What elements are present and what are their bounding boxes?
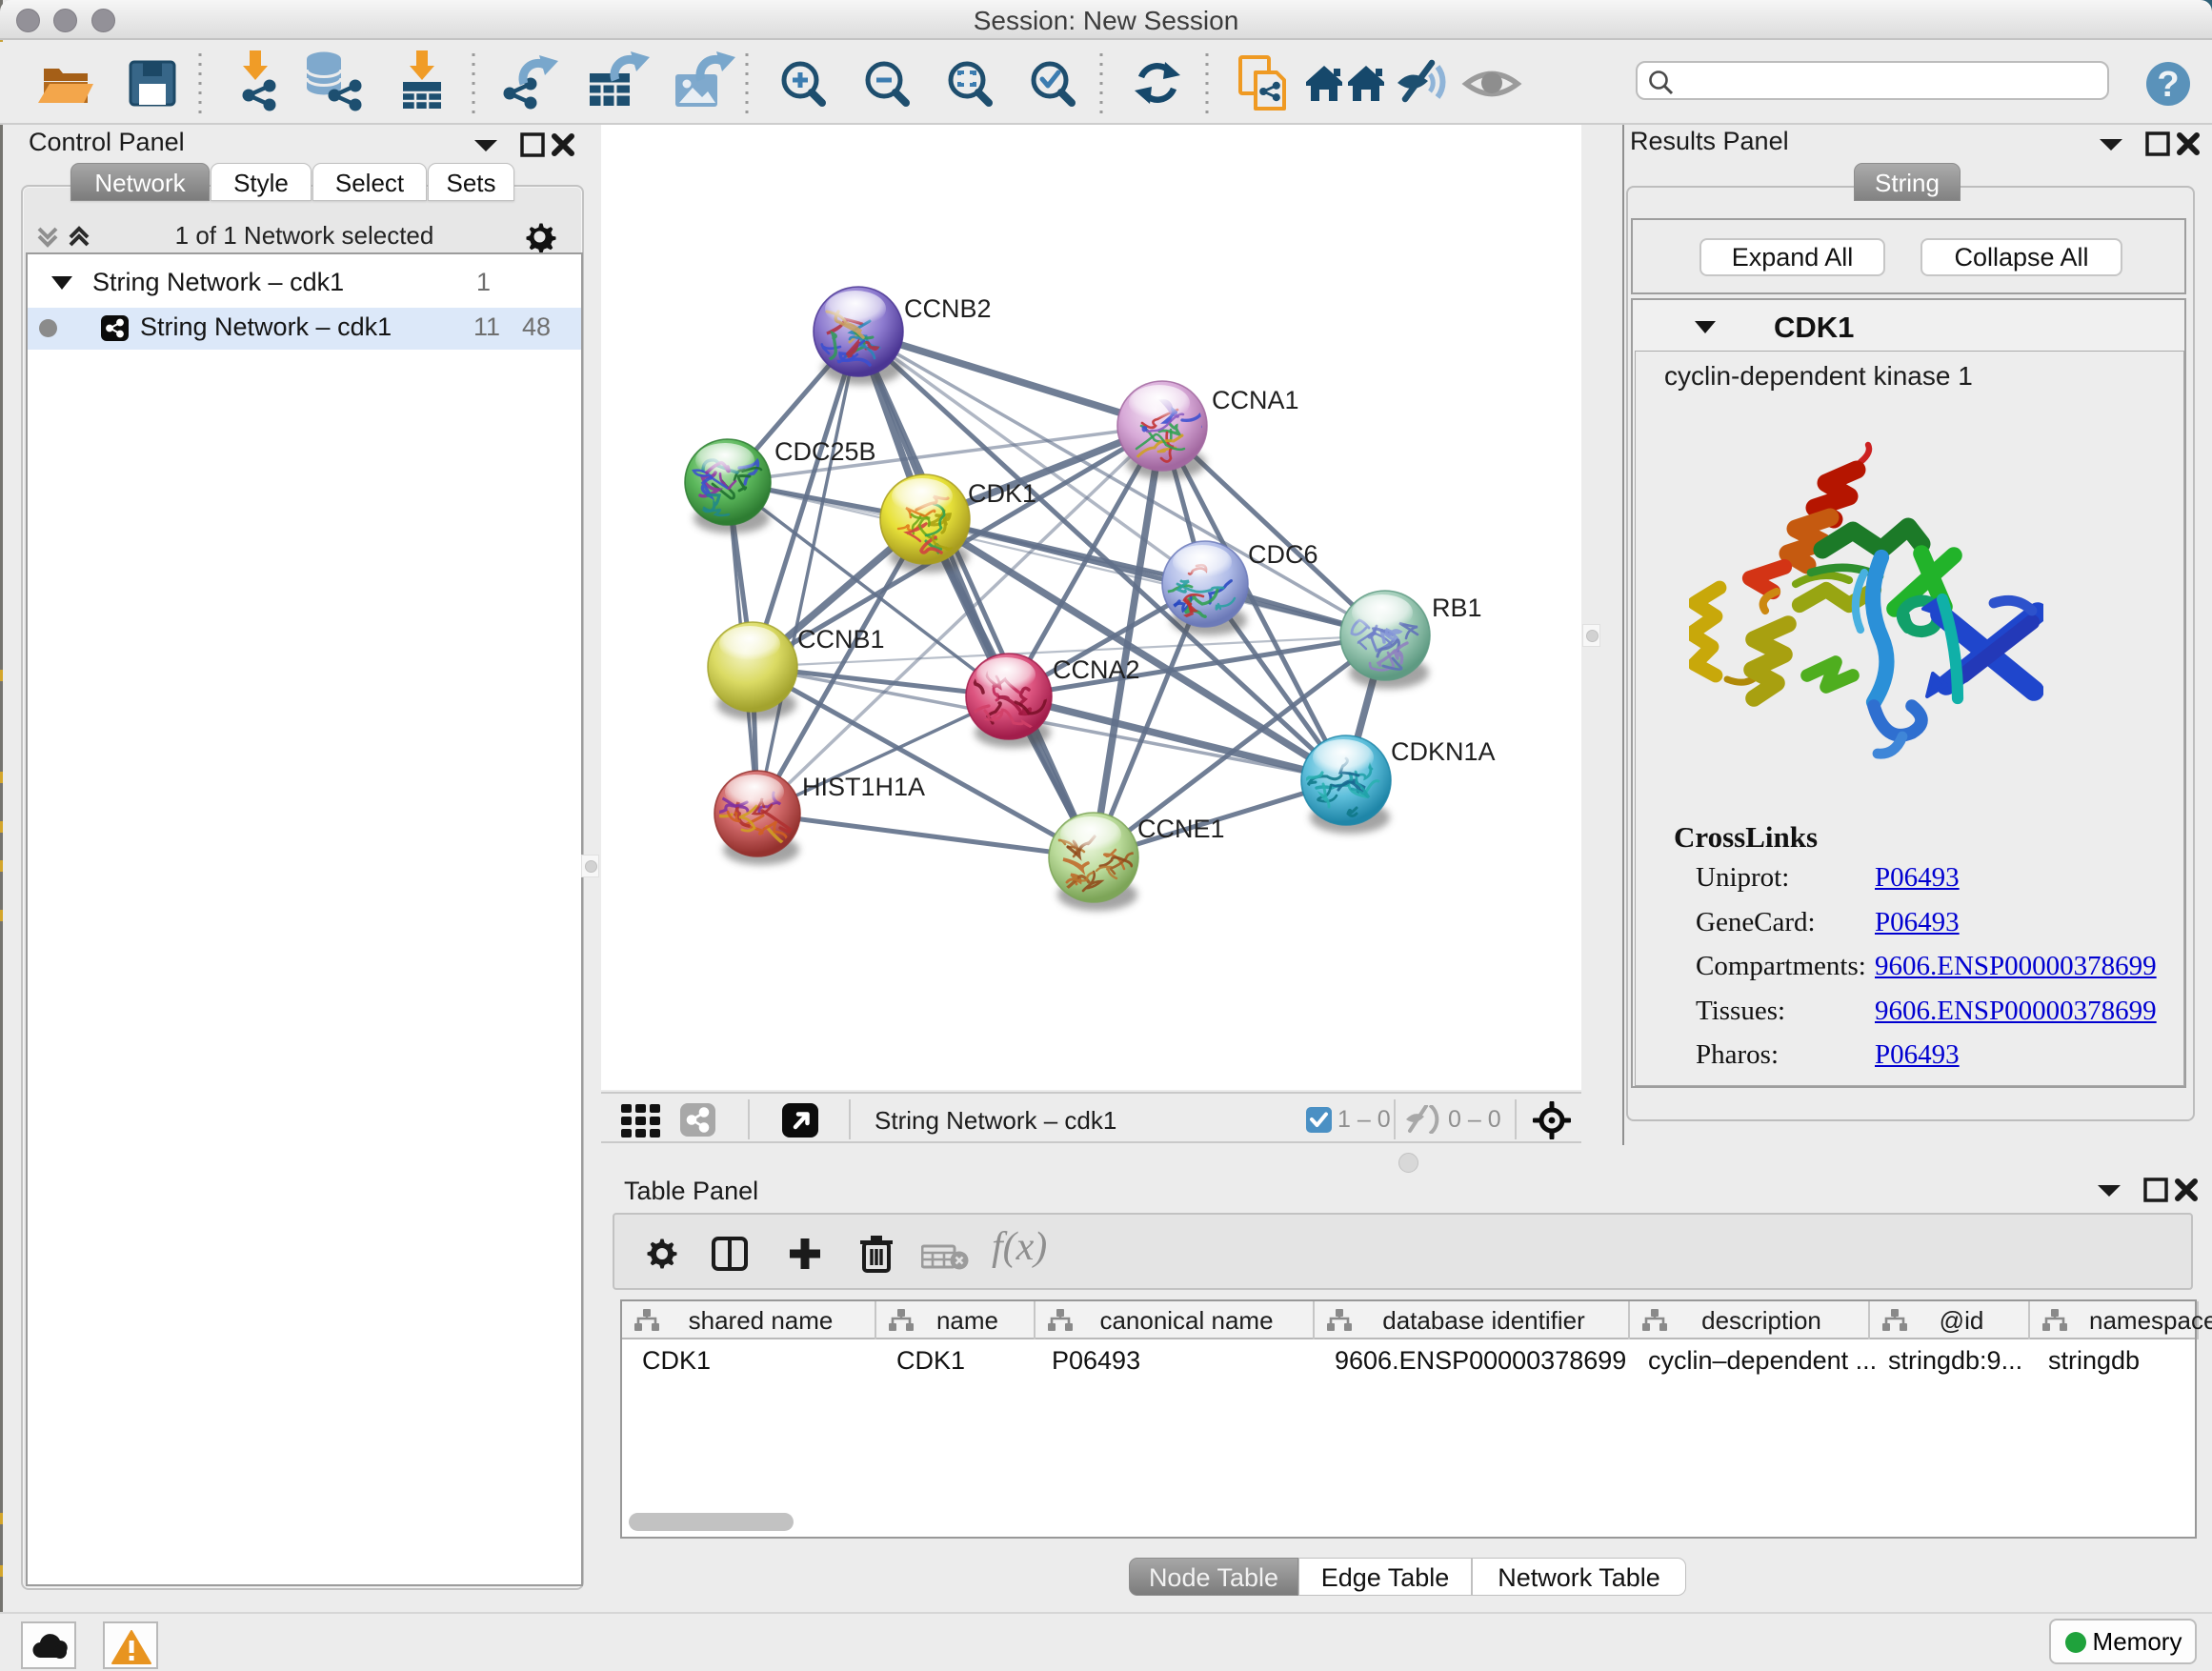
- svg-text:CDKN1A: CDKN1A: [1391, 737, 1496, 766]
- svg-text:CDC25B: CDC25B: [774, 437, 876, 466]
- svg-text:?: ?: [2157, 65, 2179, 105]
- svg-text:RB1: RB1: [1432, 594, 1482, 622]
- svg-text:HIST1H1A: HIST1H1A: [802, 773, 925, 801]
- svg-text:CCNB2: CCNB2: [904, 294, 992, 323]
- svg-text:CCNA2: CCNA2: [1053, 655, 1140, 684]
- svg-text:CDC6: CDC6: [1248, 540, 1318, 569]
- svg-text:CCNA1: CCNA1: [1212, 386, 1299, 414]
- svg-text:CCNB1: CCNB1: [797, 625, 885, 654]
- svg-text:CCNE1: CCNE1: [1137, 815, 1225, 843]
- svg-text:CDK1: CDK1: [968, 479, 1036, 508]
